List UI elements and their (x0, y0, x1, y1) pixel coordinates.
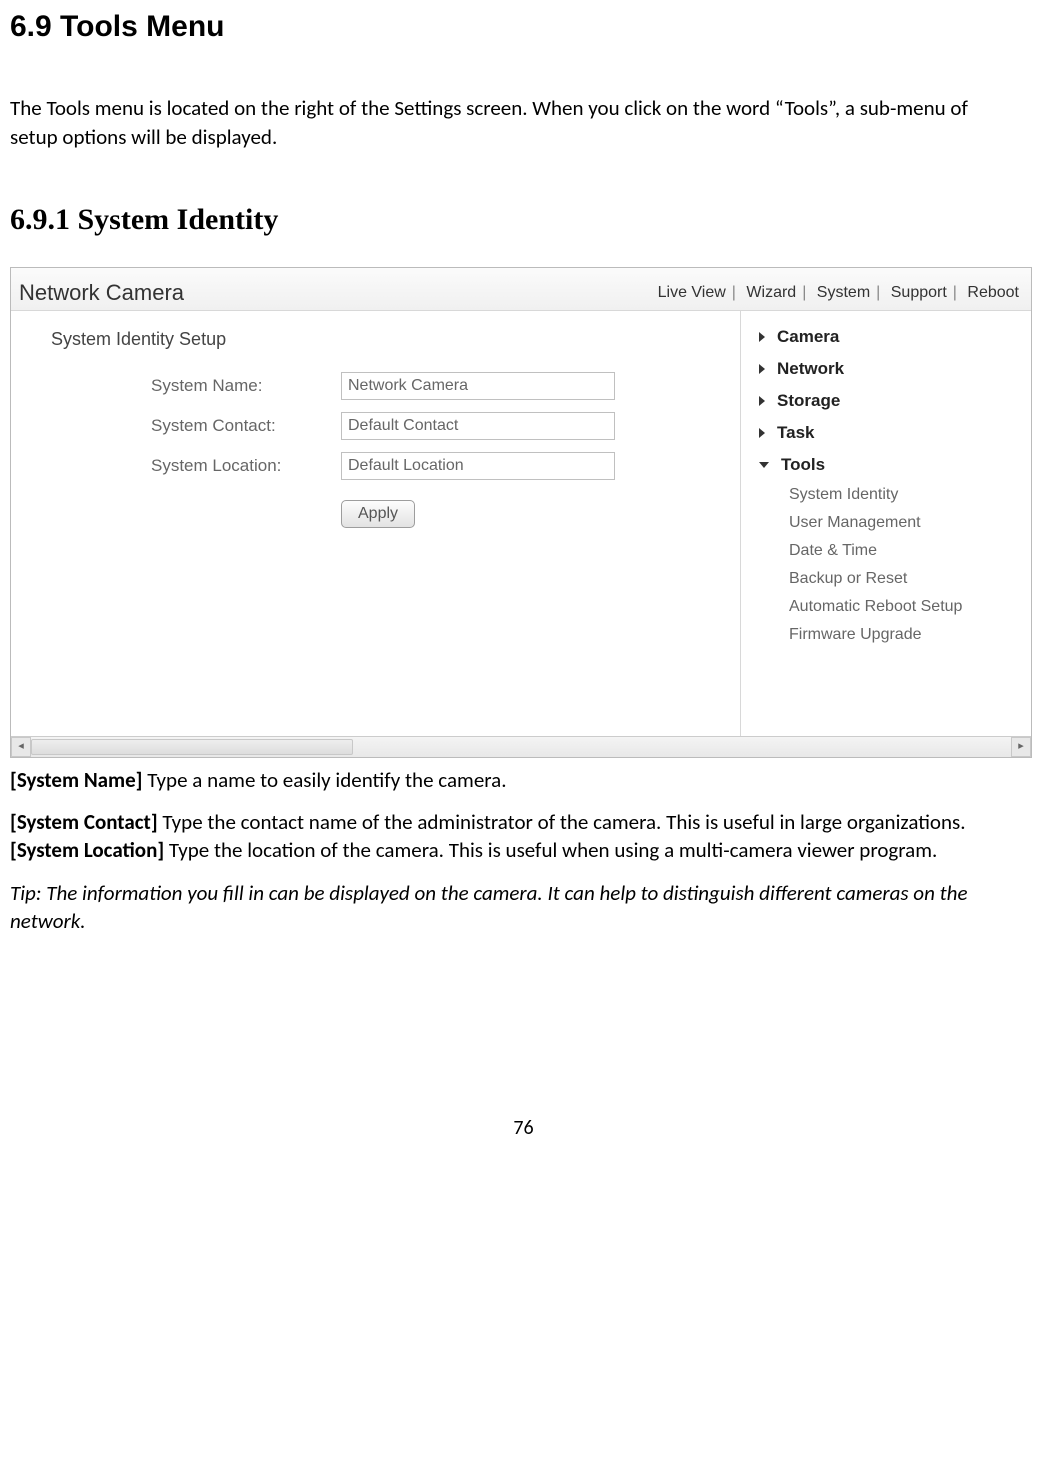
apply-button[interactable]: Apply (341, 500, 415, 528)
sidebar-item-tools[interactable]: Tools (741, 449, 1031, 481)
horizontal-scrollbar[interactable]: ◂ ▸ (11, 736, 1031, 757)
desc-system-contact-location: [System Contact] Type the contact name o… (10, 808, 1030, 865)
desc-system-location-bold: [System Location] (10, 837, 164, 863)
chevron-right-icon (759, 364, 765, 374)
system-contact-label: System Contact: (151, 416, 341, 436)
desc-tip: Tip: The information you fill in can be … (10, 879, 1030, 936)
scroll-thumb[interactable] (31, 739, 353, 755)
section-heading: 6.9 Tools Menu (10, 10, 1037, 44)
scroll-left-button[interactable]: ◂ (11, 737, 31, 757)
sidebar-sub-date-time[interactable]: Date & Time (741, 537, 1031, 565)
nav-separator: | (947, 284, 963, 301)
section-intro: The Tools menu is located on the right o… (10, 94, 970, 153)
nav-separator: | (796, 284, 812, 301)
nav-separator: | (726, 284, 742, 301)
sidebar: Camera Network Storage Task Tools (741, 311, 1031, 736)
nav-system[interactable]: System (817, 284, 870, 301)
top-nav: Live View| Wizard| System| Support| Rebo… (658, 284, 1019, 302)
desc-system-contact-bold: [System Contact] (10, 809, 158, 835)
sidebar-item-label: Camera (777, 327, 839, 347)
nav-wizard[interactable]: Wizard (746, 284, 796, 301)
system-name-label: System Name: (151, 376, 341, 396)
sidebar-sub-user-management[interactable]: User Management (741, 509, 1031, 537)
subsection-heading: 6.9.1 System Identity (10, 203, 1037, 237)
page-number: 76 (10, 1116, 1037, 1140)
sidebar-sub-auto-reboot[interactable]: Automatic Reboot Setup (741, 593, 1031, 621)
nav-support[interactable]: Support (891, 284, 947, 301)
app-header: Network Camera Live View| Wizard| System… (11, 268, 1031, 311)
sidebar-item-storage[interactable]: Storage (741, 385, 1031, 417)
main-panel: System Identity Setup System Name: Syste… (11, 311, 741, 736)
sidebar-item-label: Tools (781, 455, 825, 475)
system-location-input[interactable] (341, 452, 615, 480)
desc-system-location-text: Type the location of the camera. This is… (164, 837, 937, 863)
desc-system-name-bold: [System Name] (10, 767, 143, 793)
sidebar-sub-system-identity[interactable]: System Identity (741, 481, 1031, 509)
sidebar-item-label: Storage (777, 391, 840, 411)
panel-title: System Identity Setup (51, 329, 730, 350)
sidebar-sub-firmware-upgrade[interactable]: Firmware Upgrade (741, 621, 1031, 649)
sidebar-item-label: Task (777, 423, 815, 443)
desc-system-name-text: Type a name to easily identify the camer… (143, 767, 507, 793)
sidebar-item-label: Network (777, 359, 844, 379)
chevron-right-icon (759, 428, 765, 438)
app-title: Network Camera (19, 280, 184, 306)
sidebar-item-camera[interactable]: Camera (741, 321, 1031, 353)
sidebar-sub-backup-reset[interactable]: Backup or Reset (741, 565, 1031, 593)
desc-system-name: [System Name] Type a name to easily iden… (10, 766, 1030, 794)
sidebar-item-network[interactable]: Network (741, 353, 1031, 385)
chevron-right-icon (759, 332, 765, 342)
nav-reboot[interactable]: Reboot (967, 284, 1019, 301)
chevron-right-icon (759, 396, 765, 406)
system-location-label: System Location: (151, 456, 341, 476)
nav-live-view[interactable]: Live View (658, 284, 726, 301)
chevron-down-icon (759, 462, 769, 468)
scroll-right-button[interactable]: ▸ (1011, 737, 1031, 757)
nav-separator: | (870, 284, 886, 301)
system-name-input[interactable] (341, 372, 615, 400)
sidebar-item-task[interactable]: Task (741, 417, 1031, 449)
system-contact-input[interactable] (341, 412, 615, 440)
desc-system-contact-text: Type the contact name of the administrat… (158, 809, 966, 835)
settings-screenshot: Network Camera Live View| Wizard| System… (10, 267, 1032, 758)
